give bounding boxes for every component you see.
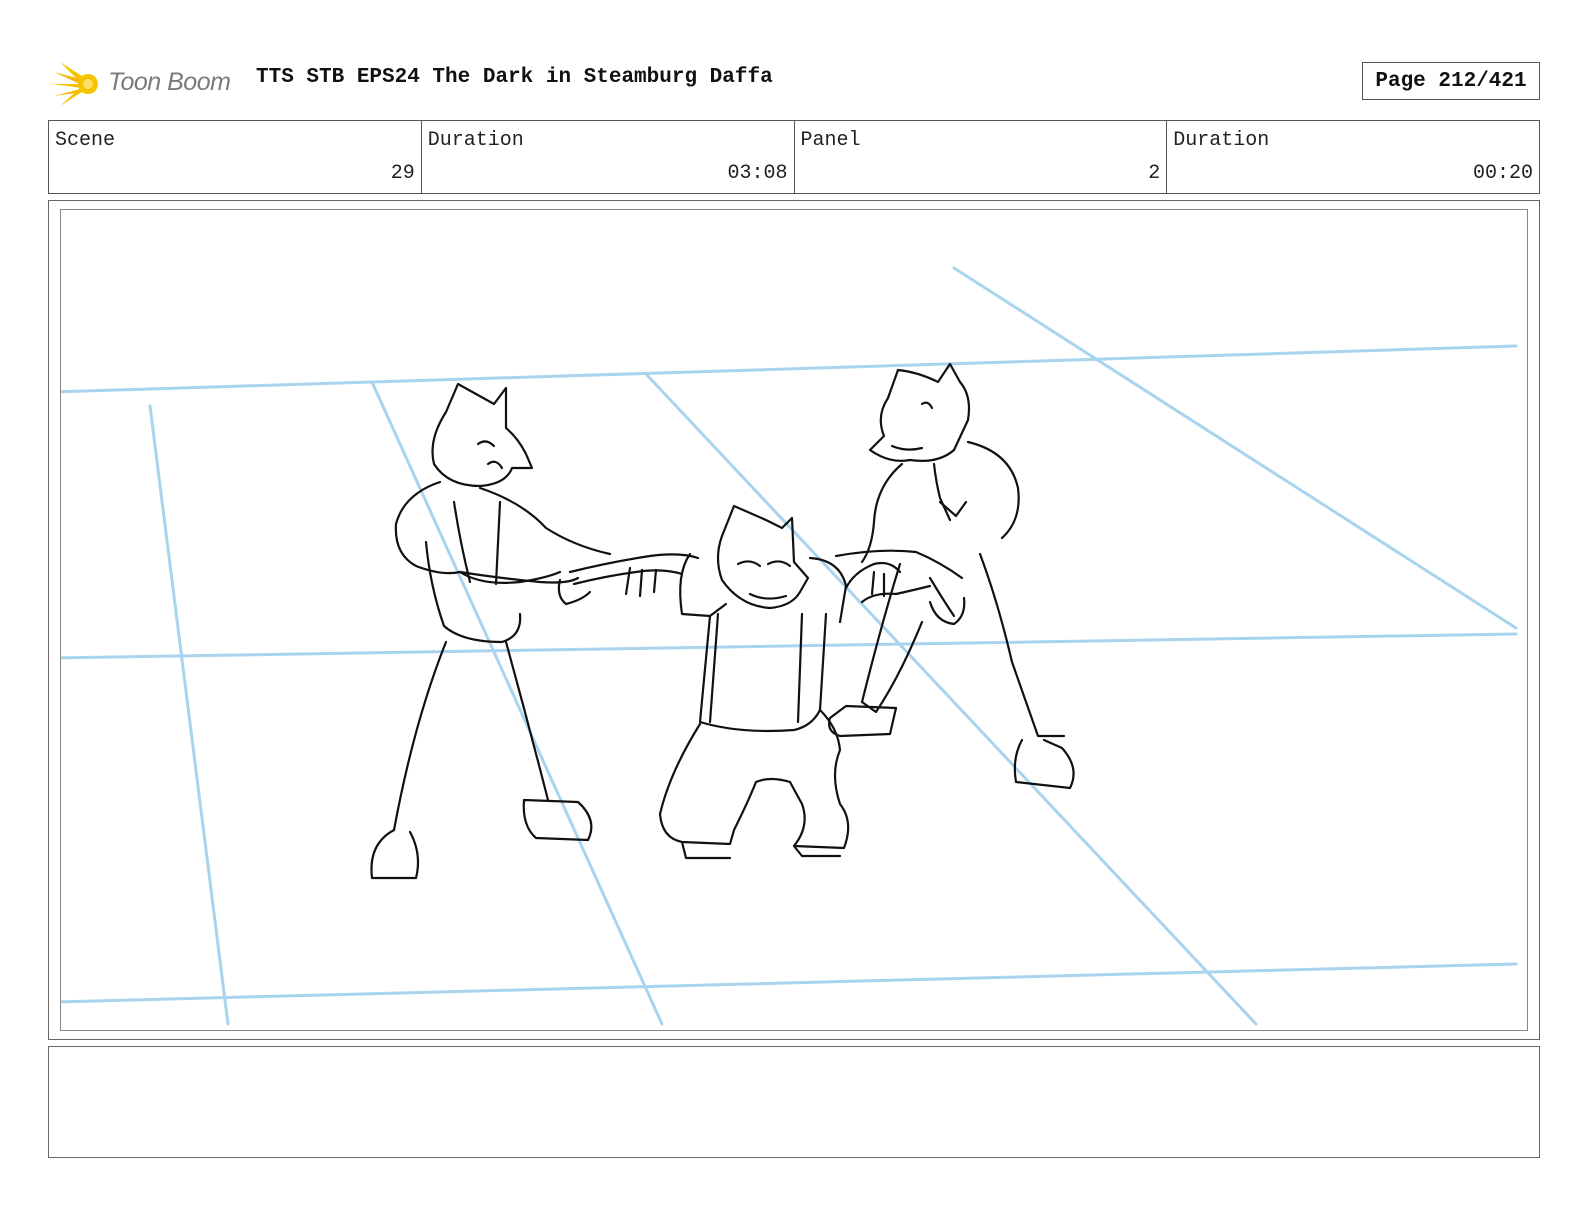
panel-label: Panel [800,129,861,152]
scene-value: 29 [390,162,415,185]
scene-label: Scene [55,129,116,152]
panel-duration-cell: Duration 00:20 [1167,121,1539,193]
panel-cell: Panel 2 [795,121,1168,193]
characters-sketch [370,362,1075,880]
pulling-arms [557,553,966,626]
right-wolf [828,362,1075,790]
storyboard-header: Toon Boom TTS STB EPS24 The Dark in Stea… [48,52,1540,112]
scene-duration-label: Duration [427,129,524,152]
panel-notes-box [48,1046,1540,1158]
panel-frame [48,200,1540,1040]
panel-info-table: Scene 29 Duration 03:08 Panel 2 Duration… [48,120,1540,194]
panel-image [60,209,1528,1031]
logo-text: Toon Boom [108,68,231,96]
center-wolf [658,504,850,860]
scene-cell: Scene 29 [49,121,422,193]
toon-boom-logo: Toon Boom [52,58,242,110]
starburst-icon [52,62,98,106]
scene-duration-value: 03:08 [727,162,788,185]
document-title: TTS STB EPS24 The Dark in Steamburg Daff… [256,66,773,89]
panel-duration-value: 00:20 [1472,162,1533,185]
panel-duration-label: Duration [1173,129,1270,152]
page-number: Page 212/421 [1362,62,1540,100]
storyboard-drawing [61,266,1518,1026]
panel-value: 2 [1148,162,1161,185]
perspective-guides [61,266,1518,1026]
scene-duration-cell: Duration 03:08 [422,121,795,193]
